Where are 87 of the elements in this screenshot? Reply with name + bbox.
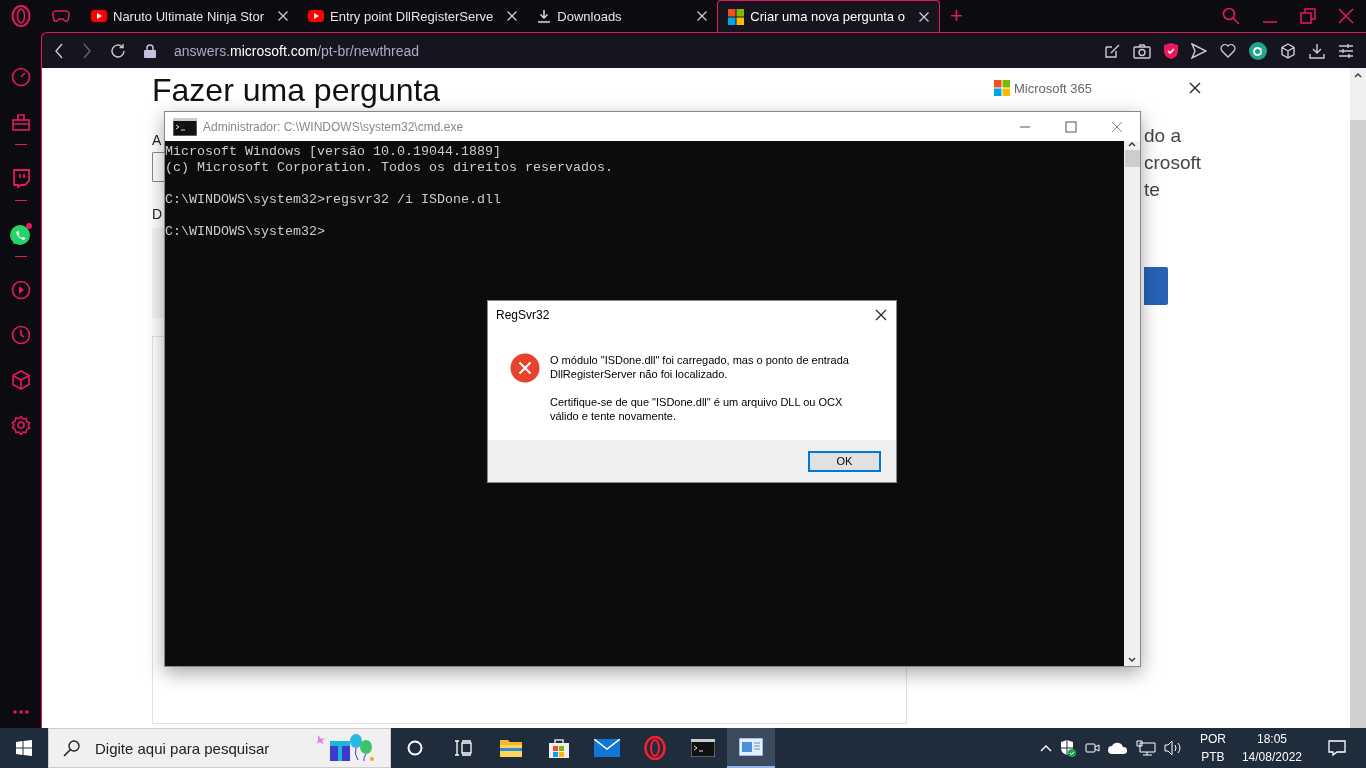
window-title: Administrador: C:\WINDOWS\system32\cmd.exe: [203, 119, 464, 134]
window-app-icon[interactable]: [739, 738, 763, 756]
error-icon: [510, 353, 540, 383]
forward-icon[interactable]: [82, 42, 92, 59]
chevron-up-icon[interactable]: [1039, 744, 1052, 752]
gamepad-icon: [52, 10, 70, 22]
search-field[interactable]: Digite aqui para pesquisar: [93, 738, 304, 758]
scroll-down-icon[interactable]: [1128, 657, 1136, 663]
browser-tab[interactable]: Downloads: [527, 0, 718, 32]
console-line: C:\WINDOWS\system32>regsvr32 /i ISDone.dll: [165, 192, 502, 208]
brand-name: Microsoft 365: [1014, 80, 1093, 96]
shield-check-icon[interactable]: [1164, 42, 1178, 59]
download-icon[interactable]: [1309, 42, 1325, 59]
task-view-icon[interactable]: [454, 740, 472, 756]
clock-icon[interactable]: [10, 324, 31, 345]
browser-logo-icon[interactable]: [644, 736, 666, 760]
search-bar[interactable]: Digite aqui para pesquisar: [48, 728, 391, 768]
dialog-message: O módulo "ISDone.dll" foi carregado, mas o ponto de entrada DllRegisterServer não foi localizado.: [550, 353, 850, 381]
ok-button[interactable]: OK: [808, 450, 881, 472]
close-icon[interactable]: [1189, 82, 1201, 94]
browser-tab[interactable]: Naruto Ultimate Ninja Stor: [81, 0, 298, 32]
field-label: A: [152, 132, 162, 148]
bag-icon[interactable]: [10, 111, 31, 132]
play-icon: [91, 10, 107, 22]
cloud-icon[interactable]: [1107, 742, 1128, 754]
field-label: D: [152, 206, 163, 222]
windows-logo-icon: [994, 80, 1010, 96]
shield-icon[interactable]: [1059, 739, 1076, 757]
heart-icon[interactable]: [1220, 43, 1236, 58]
send-icon[interactable]: [1191, 42, 1207, 59]
dialog-message: Certifique-se de que "ISDone.dll" é um arquivo DLL ou OCX válido e tente novamente.: [550, 395, 844, 423]
terminal-icon[interactable]: [173, 117, 197, 136]
browser-logo-icon[interactable]: [10, 5, 31, 27]
search-icon[interactable]: [1222, 7, 1240, 25]
settings-sliders-icon[interactable]: [1338, 42, 1354, 59]
scrollbar[interactable]: [1124, 141, 1140, 666]
language-indicator[interactable]: POR PTB: [1199, 730, 1226, 766]
more-icon[interactable]: [12, 710, 29, 714]
cube-icon[interactable]: [1280, 42, 1296, 59]
console-line: (c) Microsoft Corporation. Todos os direitos reservados.: [165, 160, 614, 176]
windows-start-icon[interactable]: [16, 740, 32, 756]
browser-tab[interactable]: Criar uma nova pergunta o: [717, 0, 940, 32]
new-tab-button[interactable]: +: [939, 0, 973, 32]
console-line: C:\WINDOWS\system32>: [165, 224, 326, 240]
promo-text: te: [1144, 178, 1161, 202]
mail-icon[interactable]: [594, 739, 620, 757]
maximize-icon[interactable]: [1065, 120, 1077, 133]
clock-date[interactable]: 14/08/2022: [1241, 748, 1302, 766]
camera-icon[interactable]: [1083, 740, 1100, 756]
volume-icon[interactable]: [1163, 740, 1184, 756]
address-field[interactable]: answers.microsoft.com/pt-br/newthread: [174, 42, 420, 59]
terminal-icon[interactable]: [691, 739, 715, 757]
search-icon: [63, 739, 81, 757]
promo-text: do a: [1144, 124, 1182, 148]
play-icon: [308, 10, 324, 22]
browser-tab[interactable]: Entry point DllRegisterServe: [298, 0, 528, 32]
network-icon[interactable]: [1135, 740, 1156, 756]
chat-icon[interactable]: [10, 167, 31, 188]
play-circle-icon[interactable]: [10, 279, 31, 300]
lock-icon: [144, 43, 156, 58]
scroll-up-icon[interactable]: [1128, 141, 1136, 147]
dialog-title: RegSvr32: [496, 308, 550, 322]
restore-icon[interactable]: [1300, 8, 1316, 24]
windows-logo-icon: [728, 8, 745, 25]
console-line: Microsoft Windows [versão 10.0.19044.1889]: [165, 144, 502, 160]
promo-text: crosoft: [1144, 151, 1203, 175]
reload-icon[interactable]: [110, 42, 126, 59]
camera-icon[interactable]: [1133, 42, 1151, 59]
edit-icon[interactable]: [1104, 42, 1120, 59]
folder-icon[interactable]: [499, 738, 523, 758]
settings-icon[interactable]: [10, 414, 31, 435]
scrollbar[interactable]: [1350, 68, 1366, 728]
language-code: POR: [1199, 731, 1226, 748]
extension-icon[interactable]: [1249, 41, 1267, 60]
chat-bubble-icon[interactable]: [8, 221, 33, 246]
scroll-up-icon[interactable]: [1354, 72, 1362, 78]
notification-icon[interactable]: [1328, 740, 1346, 756]
shopping-bag-icon[interactable]: [548, 737, 570, 759]
close-icon[interactable]: [875, 309, 887, 321]
circle-icon[interactable]: [407, 740, 423, 756]
speedometer-icon[interactable]: [10, 66, 31, 87]
clock-time[interactable]: 18:05: [1256, 730, 1287, 748]
scroll-thumb[interactable]: [1124, 150, 1140, 167]
page-heading: Fazer uma pergunta: [152, 72, 442, 108]
language-code: PTB: [1201, 749, 1225, 766]
download-icon: [537, 9, 552, 23]
back-icon[interactable]: [54, 42, 64, 59]
